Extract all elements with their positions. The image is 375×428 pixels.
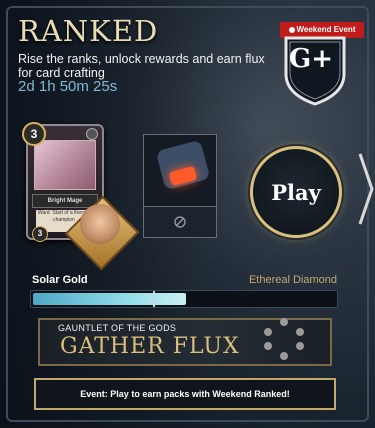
dice-pip	[264, 342, 272, 350]
rank-progress-bar	[30, 290, 338, 308]
gauntlet-subtitle: GAUNTLET OF THE GODS	[58, 323, 177, 333]
next-rank-label: Ethereal Diamond	[248, 274, 337, 286]
page-subtitle: Rise the ranks, unlock rewards and earn …	[18, 52, 265, 80]
card-cost: 3	[22, 122, 46, 146]
rank-grade: G+	[289, 44, 333, 74]
card-gem-icon	[86, 128, 98, 140]
dice-pip	[280, 352, 288, 360]
dice-pip	[280, 318, 288, 326]
champion-avatar[interactable]	[80, 204, 120, 244]
reward-slot-locked	[143, 206, 217, 238]
card-art	[34, 140, 96, 190]
event-badge-label: Weekend Event	[296, 25, 356, 34]
champion-cost: 3	[32, 226, 48, 242]
dice-pip	[296, 342, 304, 350]
next-mode-chevron-icon[interactable]	[358, 150, 374, 228]
blocked-icon	[174, 216, 186, 228]
play-button[interactable]: Play	[250, 146, 342, 238]
current-rank-label: Solar Gold	[32, 274, 88, 286]
season-timer: 2d 1h 50m 25s	[18, 78, 118, 95]
gauntlet-title: GATHER FLUX	[60, 334, 240, 359]
event-banner[interactable]: Event: Play to earn packs with Weekend R…	[34, 378, 336, 410]
card-name: Bright Mage	[32, 194, 98, 208]
dice-pip	[264, 328, 272, 336]
page-title: RANKED	[18, 14, 159, 48]
rank-progress-fill	[33, 293, 186, 305]
rank-progress-tick	[153, 291, 155, 307]
ranked-panel: RANKED Rise the ranks, unlock rewards an…	[0, 0, 375, 428]
dice-icon	[258, 316, 310, 362]
event-dot-icon	[288, 26, 295, 33]
reward-slot-image[interactable]	[143, 134, 217, 208]
dice-pip	[296, 328, 304, 336]
